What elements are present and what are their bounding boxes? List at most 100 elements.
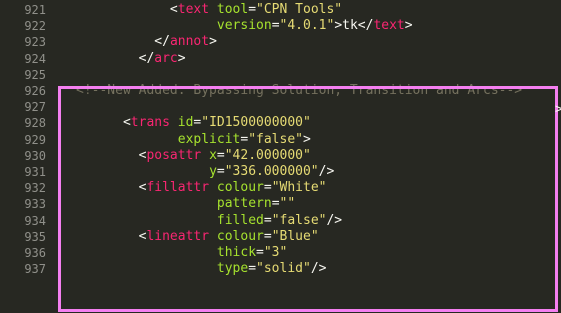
xml-comment: <!--New Added: Bypassing Solution, Trans… xyxy=(76,83,523,98)
code-line[interactable]: 922 version="4.0.1">tk</text> xyxy=(0,18,561,34)
line-number: 925 xyxy=(24,67,46,82)
xml-attribute-value: "4.0.1" xyxy=(279,18,335,34)
xml-tag-name: arc xyxy=(154,50,178,66)
xml-attribute-name: explicit xyxy=(177,131,241,147)
code-text: <fillattr colour="White" xyxy=(76,180,327,196)
xml-attribute-name: id xyxy=(177,115,194,131)
code-punctuation: /> xyxy=(310,261,327,277)
code-punctuation: = xyxy=(256,245,264,260)
line-number: 927 xyxy=(24,100,46,115)
line-number: 923 xyxy=(24,35,46,50)
code-text: </arc> xyxy=(76,51,186,67)
xml-attribute-value: "42.000000" xyxy=(224,147,311,163)
code-punctuation: = xyxy=(216,164,225,179)
code-line[interactable]: 926 <!--New Added: Bypassing Solution, Tr… xyxy=(0,83,561,99)
code-punctuation: < xyxy=(122,115,131,131)
code-punctuation: > xyxy=(334,18,343,34)
code-editor[interactable]: 921 <text tool="CPN Tools" 922 version="4… xyxy=(0,0,561,313)
code-text: </annot> xyxy=(76,34,217,50)
xml-attribute-name: filled xyxy=(216,212,264,228)
code-punctuation: = xyxy=(271,196,280,212)
xml-attribute-name: type xyxy=(216,261,249,277)
xml-attribute-value: "Blue" xyxy=(271,228,319,244)
code-text: version="4.0.1">tk</text> xyxy=(76,18,413,34)
code-line[interactable]: 928 <trans id="ID1500000000" xyxy=(0,115,561,131)
code-punctuation: < xyxy=(169,2,178,17)
code-punctuation xyxy=(209,2,217,17)
code-punctuation xyxy=(170,115,178,130)
code-punctuation: /> xyxy=(318,164,335,179)
code-text: <!--New Added: Bypassing Solution, Trans… xyxy=(76,83,522,99)
xml-attribute-value: "false" xyxy=(271,212,327,228)
line-number: 933 xyxy=(24,197,46,212)
code-text: y="336.000000"/> xyxy=(76,164,334,180)
code-punctuation: > xyxy=(177,50,186,66)
code-punctuation: </ xyxy=(357,18,374,34)
xml-tag-name: lineattr xyxy=(146,228,210,244)
line-number: 936 xyxy=(24,246,46,260)
line-number: 929 xyxy=(24,132,46,147)
line-number: 930 xyxy=(24,148,46,163)
code-punctuation: </ xyxy=(154,34,170,50)
line-number: 934 xyxy=(24,213,46,228)
code-punctuation: = xyxy=(248,2,257,17)
xml-attribute-value: "CPN Tools" xyxy=(256,2,343,17)
code-text: type="solid"/> xyxy=(76,261,327,277)
line-number: 935 xyxy=(24,229,46,244)
code-line[interactable]: 924 </arc> xyxy=(0,51,561,67)
code-punctuation: </ xyxy=(138,50,155,66)
xml-attribute-value: "White" xyxy=(271,180,327,196)
code-line[interactable]: 935 <lineattr colour="Blue" xyxy=(0,229,561,245)
xml-attribute-name: y xyxy=(209,164,217,179)
code-line[interactable]: 936 thick="3" xyxy=(0,245,561,261)
code-punctuation: = xyxy=(263,228,272,244)
line-number: 922 xyxy=(24,19,46,34)
line-number: 921 xyxy=(24,3,46,17)
code-text: <trans id="ID1500000000" xyxy=(76,115,311,131)
code-line[interactable]: 934 filled="false"/> xyxy=(0,213,561,229)
xml-attribute-value: "false" xyxy=(248,131,303,147)
code-text: thick="3" xyxy=(76,245,287,261)
code-line[interactable]: 932 <fillattr colour="White" xyxy=(0,180,561,196)
xml-text-content: tk xyxy=(342,18,358,34)
xml-attribute-value: "336.000000" xyxy=(224,164,319,179)
xml-attribute-value: "ID1500000000" xyxy=(201,115,311,131)
code-line[interactable]: 925 xyxy=(0,67,561,83)
code-punctuation: = xyxy=(248,261,257,277)
code-line[interactable]: 923 </annot> xyxy=(0,34,561,50)
xml-tag-name: text xyxy=(177,2,210,17)
xml-tag-name: posattr xyxy=(146,147,202,163)
xml-attribute-name: pattern xyxy=(216,196,272,212)
code-punctuation: > xyxy=(209,34,217,50)
line-number: 931 xyxy=(24,165,46,179)
xml-tag-name: annot xyxy=(169,34,210,50)
code-line[interactable]: 933 pattern="" xyxy=(0,196,561,212)
comment-overflow-marker: > xyxy=(555,102,561,117)
code-line[interactable]: 930 <posattr x="42.000000" xyxy=(0,148,561,164)
code-punctuation: = xyxy=(216,147,225,163)
code-line[interactable]: 927 xyxy=(0,99,561,115)
line-number: 924 xyxy=(24,51,46,66)
code-text: <lineattr colour="Blue" xyxy=(76,229,319,245)
xml-attribute-value: "" xyxy=(279,196,296,212)
code-line[interactable]: 937 type="solid"/> xyxy=(0,261,561,277)
xml-attribute-value: "solid" xyxy=(256,261,311,277)
code-punctuation: /> xyxy=(326,212,343,228)
xml-tag-name: trans xyxy=(130,115,170,131)
code-line[interactable]: 929 explicit="false"> xyxy=(0,132,561,148)
code-line[interactable]: 931 y="336.000000"/> xyxy=(0,164,561,180)
code-line[interactable]: 921 <text tool="CPN Tools" xyxy=(0,2,561,18)
line-number: 932 xyxy=(24,181,46,196)
